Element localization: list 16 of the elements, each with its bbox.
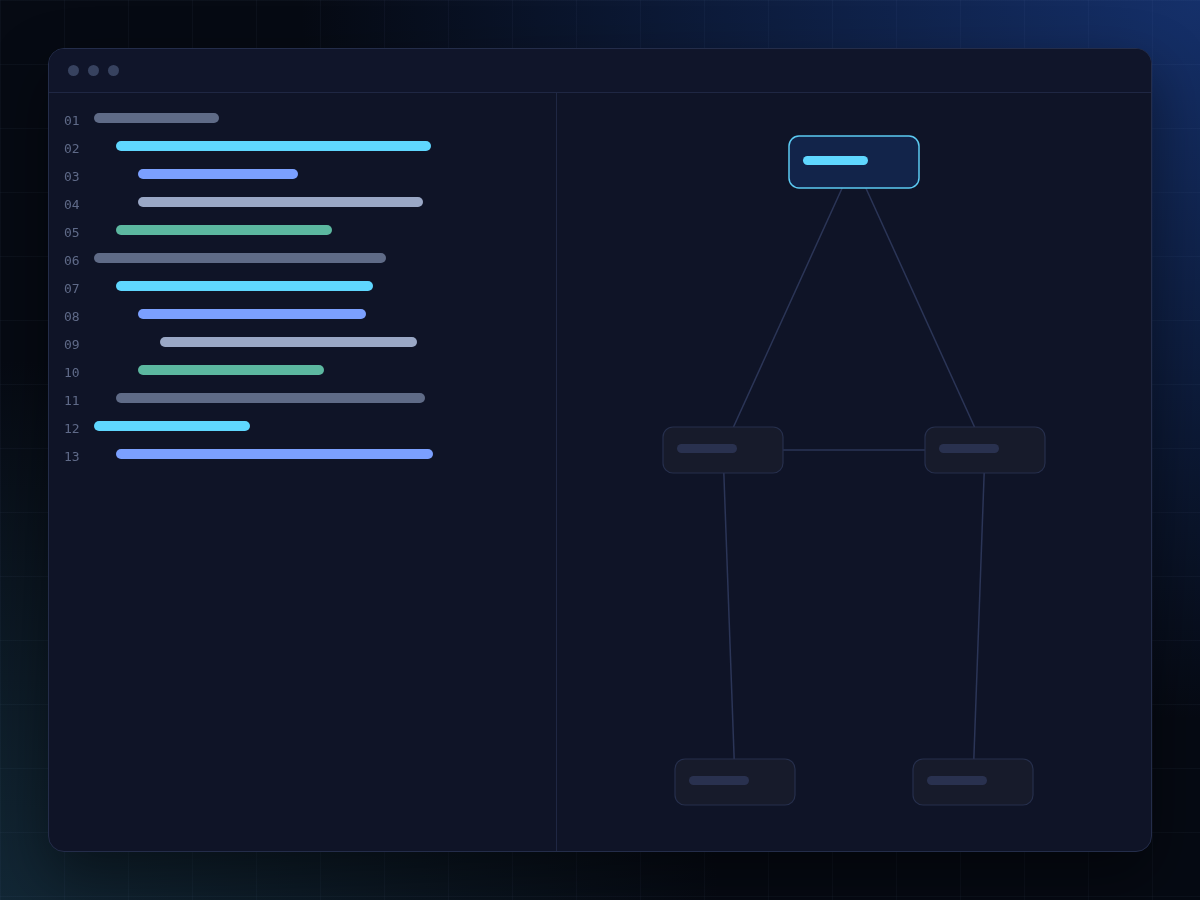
dot-icon[interactable]	[88, 65, 99, 76]
line-number: 07	[64, 281, 80, 297]
line-number: 11	[64, 393, 80, 409]
line-number: 10	[64, 365, 80, 381]
line-number: 08	[64, 309, 80, 325]
dot-icon[interactable]	[68, 65, 79, 76]
line-number: 06	[64, 253, 80, 269]
line-number: 05	[64, 225, 80, 241]
line-number: 13	[64, 449, 80, 465]
line-number: 09	[64, 337, 80, 353]
line-number: 03	[64, 169, 80, 185]
line-number: 02	[64, 141, 80, 157]
line-number: 12	[64, 421, 80, 437]
dot-icon[interactable]	[108, 65, 119, 76]
line-number: 04	[64, 197, 80, 213]
line-number: 01	[64, 113, 80, 129]
